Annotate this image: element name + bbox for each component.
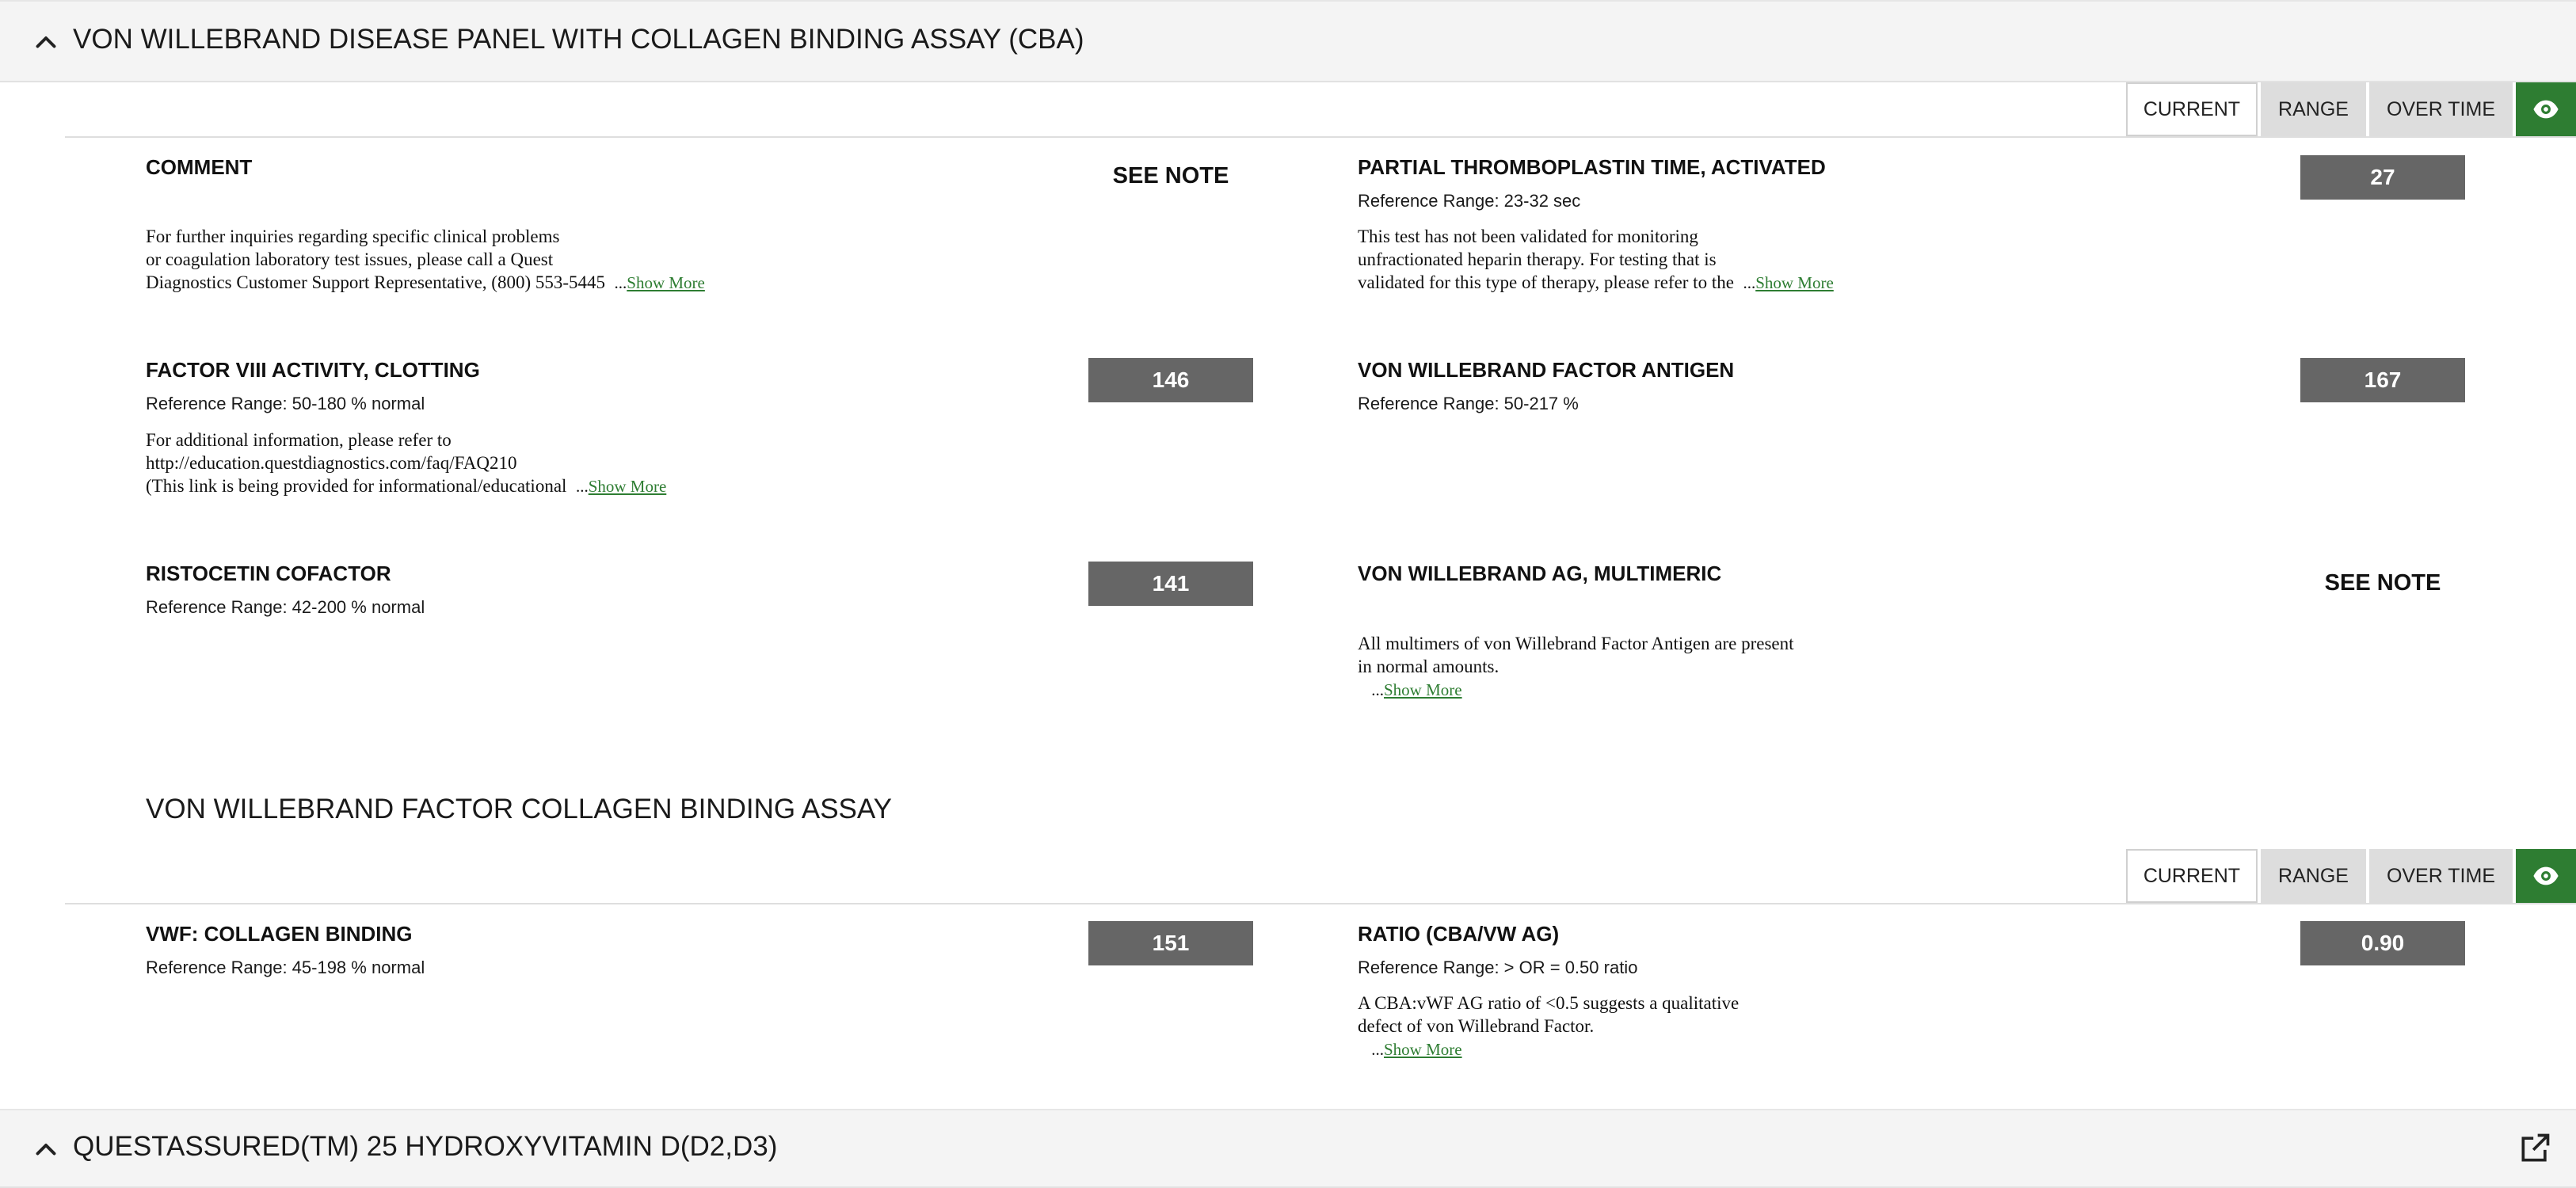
divider (65, 903, 2576, 904)
result-value[interactable]: 0.90 (2300, 921, 2465, 965)
note-line: in normal amounts. (1358, 657, 1499, 676)
test-name: VWF: COLLAGEN BINDING (146, 922, 413, 946)
ellipsis: ... (1371, 1040, 1384, 1059)
note-line: Diagnostics Customer Support Representat… (146, 272, 705, 292)
over-time-view-button[interactable]: OVER TIME (2368, 82, 2513, 136)
ellipsis: ... (1743, 273, 1756, 292)
result-value[interactable]: 27 (2300, 155, 2465, 200)
show-more-link[interactable]: Show More (1384, 680, 1462, 699)
note-line: unfractionated heparin therapy. For test… (1358, 249, 1717, 269)
test-name: VON WILLEBRAND AG, MULTIMERIC (1358, 562, 1722, 585)
ellipsis: ... (614, 273, 627, 292)
subsection-title: VON WILLEBRAND FACTOR COLLAGEN BINDING A… (146, 794, 892, 824)
current-view-button[interactable]: CURRENT (2125, 82, 2258, 136)
result-value: SEE NOTE (2324, 569, 2441, 596)
note-line: For additional information, please refer… (146, 430, 452, 450)
range-view-button[interactable]: RANGE (2261, 849, 2366, 903)
test-name: VON WILLEBRAND FACTOR ANTIGEN (1358, 358, 1735, 382)
reference-range: Reference Range: 50-217 % (1358, 394, 1579, 413)
note-line: (This link is being provided for informa… (146, 476, 667, 496)
external-link-icon[interactable] (2517, 1131, 2552, 1166)
reference-range: Reference Range: 50-180 % normal (146, 394, 425, 413)
result-value[interactable]: 141 (1088, 562, 1253, 606)
panel-header-vitamin-d[interactable]: QUESTASSURED(TM) 25 HYDROXYVITAMIN D(D2,… (0, 1109, 2576, 1188)
chevron-up-icon[interactable] (32, 1136, 60, 1164)
reference-range: Reference Range: 42-200 % normal (146, 597, 425, 617)
show-more-link[interactable]: Show More (1755, 273, 1834, 292)
test-ptt: PARTIAL THROMBOPLASTIN TIME, ACTIVATED R… (1358, 155, 1826, 211)
test-ratio: RATIO (CBA/VW AG) Reference Range: > OR … (1358, 922, 1637, 978)
note-line: All multimers of von Willebrand Factor A… (1358, 634, 1794, 653)
eye-toggle-button[interactable] (2516, 82, 2576, 136)
chevron-up-icon[interactable] (32, 29, 60, 57)
view-toolbar: CURRENT RANGE OVER TIME (2123, 849, 2576, 903)
test-ristocetin: RISTOCETIN COFACTOR Reference Range: 42-… (146, 562, 425, 618)
show-more-link[interactable]: Show More (589, 477, 667, 496)
test-vwf-multimeric: VON WILLEBRAND AG, MULTIMERIC (1358, 562, 1721, 586)
view-toolbar: CURRENT RANGE OVER TIME (2123, 82, 2576, 136)
note-line: ...Show More (1358, 1038, 1739, 1061)
ellipsis: ... (1371, 680, 1384, 699)
panel-title: VON WILLEBRAND DISEASE PANEL WITH COLLAG… (73, 24, 1084, 55)
note-line: validated for this type of therapy, plea… (1358, 272, 1834, 292)
reference-range: Reference Range: 45-198 % normal (146, 958, 425, 977)
test-note: A CBA:vWF AG ratio of <0.5 suggests a qu… (1358, 992, 1739, 1061)
result-value[interactable]: 151 (1088, 921, 1253, 965)
result-value[interactable]: 146 (1088, 358, 1253, 402)
test-name: RISTOCETIN COFACTOR (146, 562, 391, 585)
test-note: For further inquiries regarding specific… (146, 225, 705, 295)
note-line: A CBA:vWF AG ratio of <0.5 suggests a qu… (1358, 993, 1740, 1013)
note-line: or coagulation laboratory test issues, p… (146, 249, 554, 269)
test-collagen-binding: VWF: COLLAGEN BINDING Reference Range: 4… (146, 922, 425, 978)
reference-range: Reference Range: 23-32 sec (1358, 191, 1581, 211)
note-line: This test has not been validated for mon… (1358, 227, 1698, 246)
test-name: RATIO (CBA/VW AG) (1358, 922, 1560, 946)
result-value[interactable]: 167 (2300, 358, 2465, 402)
result-value: SEE NOTE (1112, 162, 1229, 188)
test-note: All multimers of von Willebrand Factor A… (1358, 632, 1794, 702)
panel-header-vwd[interactable]: VON WILLEBRAND DISEASE PANEL WITH COLLAG… (0, 0, 2576, 82)
note-line: ...Show More (1358, 678, 1794, 702)
test-name: FACTOR VIII ACTIVITY, CLOTTING (146, 358, 480, 382)
eye-icon (2533, 100, 2559, 119)
show-more-link[interactable]: Show More (1384, 1040, 1462, 1059)
test-comment: COMMENT (146, 155, 252, 180)
note-line: For further inquiries regarding specific… (146, 227, 560, 246)
ellipsis: ... (575, 477, 589, 496)
test-vwf-antigen: VON WILLEBRAND FACTOR ANTIGEN Reference … (1358, 358, 1734, 414)
test-name: PARTIAL THROMBOPLASTIN TIME, ACTIVATED (1358, 155, 1826, 179)
show-more-link[interactable]: Show More (627, 273, 705, 292)
test-note: For additional information, please refer… (146, 428, 666, 498)
divider (65, 136, 2576, 138)
reference-range: Reference Range: > OR = 0.50 ratio (1358, 958, 1638, 977)
over-time-view-button[interactable]: OVER TIME (2368, 849, 2513, 903)
eye-icon (2533, 866, 2559, 885)
test-factor-viii: FACTOR VIII ACTIVITY, CLOTTING Reference… (146, 358, 480, 414)
range-view-button[interactable]: RANGE (2261, 82, 2366, 136)
note-line: http://education.questdiagnostics.com/fa… (146, 453, 517, 473)
test-name: COMMENT (146, 155, 253, 179)
current-view-button[interactable]: CURRENT (2125, 849, 2258, 903)
eye-toggle-button[interactable] (2516, 849, 2576, 903)
note-line: defect of von Willebrand Factor. (1358, 1016, 1595, 1036)
panel-title: QUESTASSURED(TM) 25 HYDROXYVITAMIN D(D2,… (73, 1131, 778, 1162)
test-note: This test has not been validated for mon… (1358, 225, 1834, 295)
